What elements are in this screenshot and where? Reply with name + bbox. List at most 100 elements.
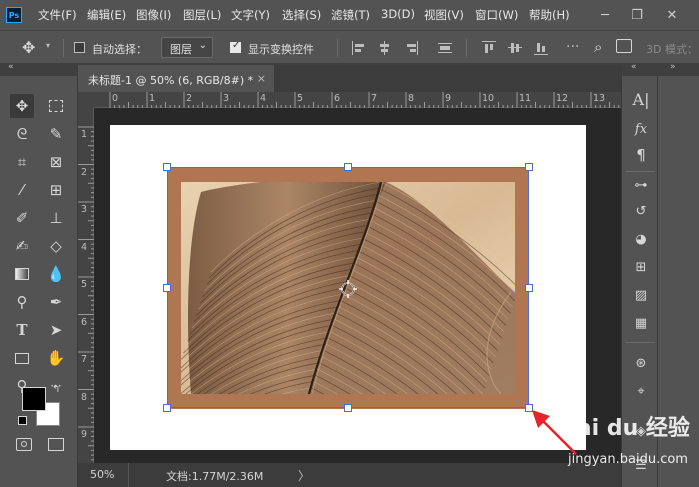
color-palette-icon[interactable]: ◕ <box>629 228 653 250</box>
transform-handle-left[interactable] <box>163 284 171 292</box>
brush-tool-icon[interactable]: ✐ <box>10 206 34 230</box>
screen-mode-icon[interactable] <box>48 438 64 451</box>
transform-handle-top-right[interactable] <box>525 163 533 171</box>
swatches-panel-icon[interactable]: ⊞ <box>629 256 653 278</box>
search-icon[interactable]: ⌕ <box>594 38 602 56</box>
workspace-icon[interactable] <box>616 39 632 53</box>
chevron-down-icon[interactable]: ▾ <box>46 41 50 50</box>
healing-brush-tool-icon[interactable]: ⊞ <box>44 178 68 202</box>
ruler-horizontal-ticks <box>109 92 620 108</box>
close-tab-icon[interactable]: × <box>257 72 266 85</box>
transform-handle-bottom[interactable] <box>344 404 352 412</box>
ruler-label: 9 <box>81 429 88 440</box>
history-brush-tool-icon[interactable]: ✍ <box>10 234 34 258</box>
document-tab-bar: 未标题-1 @ 50% (6, RGB/8#) * × <box>78 65 621 92</box>
type-tool-icon[interactable]: T <box>10 318 34 342</box>
baidu-jingyan-watermark-logo: Bai du 经验 <box>560 416 690 441</box>
paragraph-panel-icon[interactable]: ¶ <box>629 144 653 166</box>
align-top-icon[interactable] <box>482 41 496 55</box>
eraser-tool-icon[interactable]: ◇ <box>44 234 68 258</box>
collapse-left-icon[interactable]: « <box>8 62 14 72</box>
maximize-icon[interactable]: ❐ <box>625 4 649 26</box>
adjustments-slider-icon[interactable]: ⊶ <box>629 174 653 196</box>
transform-handle-bottom-left[interactable] <box>163 404 171 412</box>
menu-select[interactable]: 选择(S) <box>282 7 321 23</box>
ruler-horizontal: 0 1 2 3 4 5 6 7 8 9 10 11 12 13 <box>94 92 621 108</box>
transform-handle-right[interactable] <box>525 284 533 292</box>
align-bottom-icon[interactable] <box>534 41 548 55</box>
ruler-label: 3 <box>81 204 88 215</box>
gradient-tool-icon[interactable] <box>10 262 34 286</box>
default-colors-icon[interactable] <box>18 416 27 425</box>
styles-panel-icon[interactable]: fx <box>629 118 653 140</box>
reference-point-icon[interactable] <box>339 280 357 298</box>
minimize-icon[interactable]: ─ <box>593 4 617 26</box>
menu-window[interactable]: 窗口(W) <box>475 7 518 23</box>
divider <box>128 463 129 487</box>
status-menu-arrow-icon[interactable]: 〉 <box>298 467 310 484</box>
patterns-panel-icon[interactable]: ▦ <box>629 312 653 334</box>
quick-selection-tool-icon[interactable]: ✎ <box>44 122 68 146</box>
crop-tool-icon[interactable]: ⌗ <box>10 150 34 174</box>
stamp-tool-icon[interactable]: ⊥ <box>44 206 68 230</box>
menu-view[interactable]: 视图(V) <box>424 7 464 23</box>
ruler-label: 6 <box>334 93 341 104</box>
quick-mask-icon[interactable] <box>16 438 32 451</box>
photoshop-logo: Ps <box>6 7 22 23</box>
swap-colors-icon[interactable]: ↰ <box>52 384 60 395</box>
rectangle-tool-icon[interactable] <box>10 346 34 370</box>
paths-panel-icon[interactable]: ⌖ <box>629 380 653 402</box>
close-icon[interactable]: ✕ <box>660 4 684 26</box>
show-transform-checkbox[interactable] <box>230 40 241 53</box>
chevron-down-icon: ⌄ <box>198 40 207 51</box>
align-left-icon[interactable] <box>352 41 366 55</box>
expand-right-icon[interactable]: » <box>670 62 676 72</box>
path-selection-tool-icon[interactable]: ➤ <box>44 318 68 342</box>
zoom-level[interactable]: 50% <box>90 468 114 481</box>
menu-edit[interactable]: 编辑(E) <box>87 7 126 23</box>
menu-file[interactable]: 文件(F) <box>38 7 77 23</box>
eyedropper-tool-icon[interactable]: ⁄ <box>10 178 34 202</box>
document-tab[interactable]: 未标题-1 @ 50% (6, RGB/8#) * × <box>78 65 274 92</box>
menu-help[interactable]: 帮助(H) <box>529 7 570 23</box>
divider <box>466 39 467 57</box>
transform-handle-top-left[interactable] <box>163 163 171 171</box>
hand-tool-icon[interactable]: ✋ <box>44 346 68 370</box>
layer-select-dropdown[interactable]: 图层 ⌄ <box>161 37 213 58</box>
pen-tool-icon[interactable]: ✒ <box>44 290 68 314</box>
menu-bar: Ps 文件(F) 编辑(E) 图像(I) 图层(L) 文字(Y) 选择(S) 滤… <box>0 0 699 30</box>
transform-handle-top[interactable] <box>344 163 352 171</box>
menu-filter[interactable]: 滤镜(T) <box>331 7 370 23</box>
ruler-label: 7 <box>371 93 378 104</box>
collapse-right-icon[interactable]: « <box>631 62 637 72</box>
distribute-icon[interactable] <box>438 41 452 55</box>
align-horizontal-center-icon[interactable] <box>378 41 392 55</box>
show-transform-label: 显示变换控件 <box>248 43 314 56</box>
divider <box>337 39 338 57</box>
lasso-tool-icon[interactable]: ᘓ <box>10 122 34 146</box>
move-tool-icon[interactable]: ✥ <box>22 38 35 57</box>
menu-layer[interactable]: 图层(L) <box>183 7 221 23</box>
ruler-label: 5 <box>81 279 88 290</box>
frame-tool-icon[interactable]: ⊠ <box>44 150 68 174</box>
align-vertical-center-icon[interactable] <box>508 41 522 55</box>
history-panel-icon[interactable]: ↺ <box>629 200 653 222</box>
foreground-color-swatch[interactable] <box>22 387 46 411</box>
tools-panel: ✥ ᘓ ✎ ⌗ ⊠ ⁄ ⊞ ✐ ⊥ ✍ ◇ 💧 ⚲ ✒ T ➤ ✋ ⚲ ··· … <box>0 76 78 487</box>
channels-panel-icon[interactable]: ⊛ <box>629 352 653 374</box>
character-panel-icon[interactable]: A| <box>629 88 653 110</box>
menu-type[interactable]: 文字(Y) <box>231 7 270 23</box>
marquee-tool-icon[interactable] <box>44 94 68 118</box>
dodge-tool-icon[interactable]: ⚲ <box>10 290 34 314</box>
ruler-label: 9 <box>445 93 452 104</box>
auto-select-checkbox[interactable] <box>74 42 85 53</box>
gradients-panel-icon[interactable]: ▨ <box>629 284 653 306</box>
menu-3d[interactable]: 3D(D) <box>381 7 415 21</box>
more-icon[interactable]: ··· <box>566 39 579 55</box>
align-right-icon[interactable] <box>404 41 418 55</box>
move-tool-icon[interactable]: ✥ <box>10 94 34 118</box>
blur-tool-icon[interactable]: 💧 <box>44 262 68 286</box>
menu-image[interactable]: 图像(I) <box>136 7 171 23</box>
divider <box>626 342 655 343</box>
ruler-vertical: 1 2 3 4 5 6 7 8 9 <box>78 108 94 463</box>
